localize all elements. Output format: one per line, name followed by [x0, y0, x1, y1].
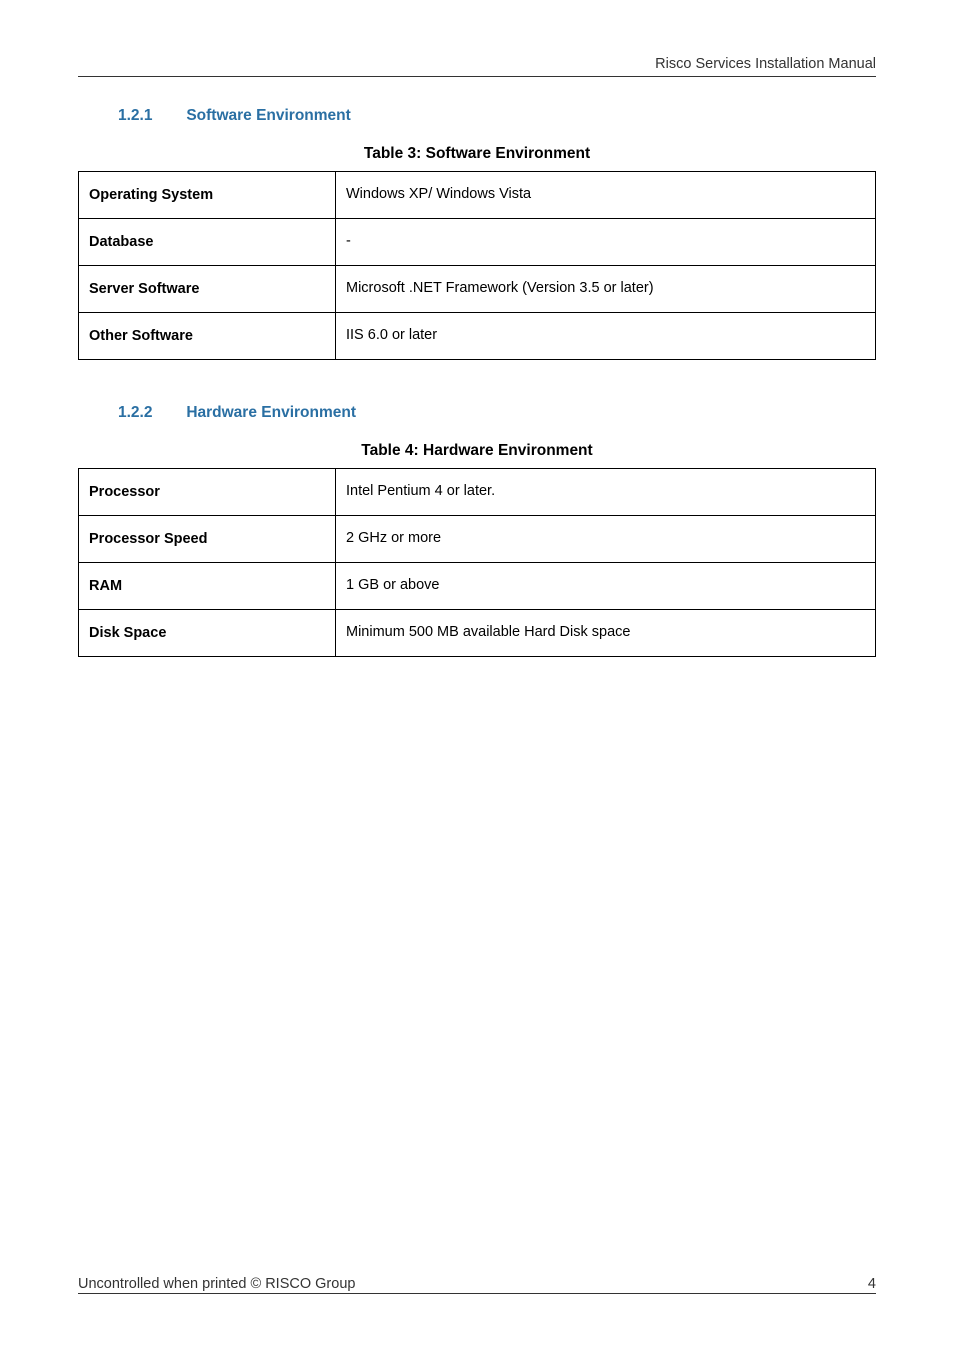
cell-value: - [336, 219, 876, 266]
cell-label: Processor [79, 469, 336, 516]
cell-label: Disk Space [79, 610, 336, 657]
cell-value: Microsoft .NET Framework (Version 3.5 or… [336, 266, 876, 313]
cell-value: Windows XP/ Windows Vista [336, 172, 876, 219]
section-title: Hardware Environment [186, 404, 356, 421]
cell-value: Intel Pentium 4 or later. [336, 469, 876, 516]
table-hardware-environment: Processor Intel Pentium 4 or later. Proc… [78, 468, 876, 657]
cell-label: Operating System [79, 172, 336, 219]
cell-label: Server Software [79, 266, 336, 313]
cell-value: 1 GB or above [336, 563, 876, 610]
page-footer: Uncontrolled when printed © RISCO Group … [78, 1276, 876, 1294]
table-caption-4: Table 4: Hardware Environment [78, 442, 876, 460]
page-header: Risco Services Installation Manual [78, 56, 876, 77]
section-title: Software Environment [186, 107, 351, 124]
footer-copyright: Uncontrolled when printed © RISCO Group [78, 1276, 355, 1292]
cell-value: Minimum 500 MB available Hard Disk space [336, 610, 876, 657]
cell-label: Database [79, 219, 336, 266]
document-title: Risco Services Installation Manual [78, 56, 876, 72]
table-row: Operating System Windows XP/ Windows Vis… [79, 172, 876, 219]
table-row: Processor Intel Pentium 4 or later. [79, 469, 876, 516]
table-software-environment: Operating System Windows XP/ Windows Vis… [78, 171, 876, 360]
cell-label: RAM [79, 563, 336, 610]
table-row: Processor Speed 2 GHz or more [79, 516, 876, 563]
cell-label: Other Software [79, 313, 336, 360]
cell-value: IIS 6.0 or later [336, 313, 876, 360]
cell-value: 2 GHz or more [336, 516, 876, 563]
table-row: Other Software IIS 6.0 or later [79, 313, 876, 360]
section-heading-software: 1.2.1 Software Environment [78, 107, 876, 125]
page-number: 4 [868, 1276, 876, 1292]
table-caption-3: Table 3: Software Environment [78, 145, 876, 163]
section-number: 1.2.1 [118, 107, 182, 125]
table-row: Disk Space Minimum 500 MB available Hard… [79, 610, 876, 657]
table-row: Database - [79, 219, 876, 266]
cell-label: Processor Speed [79, 516, 336, 563]
table-row: RAM 1 GB or above [79, 563, 876, 610]
table-row: Server Software Microsoft .NET Framework… [79, 266, 876, 313]
section-heading-hardware: 1.2.2 Hardware Environment [78, 404, 876, 422]
section-number: 1.2.2 [118, 404, 182, 422]
